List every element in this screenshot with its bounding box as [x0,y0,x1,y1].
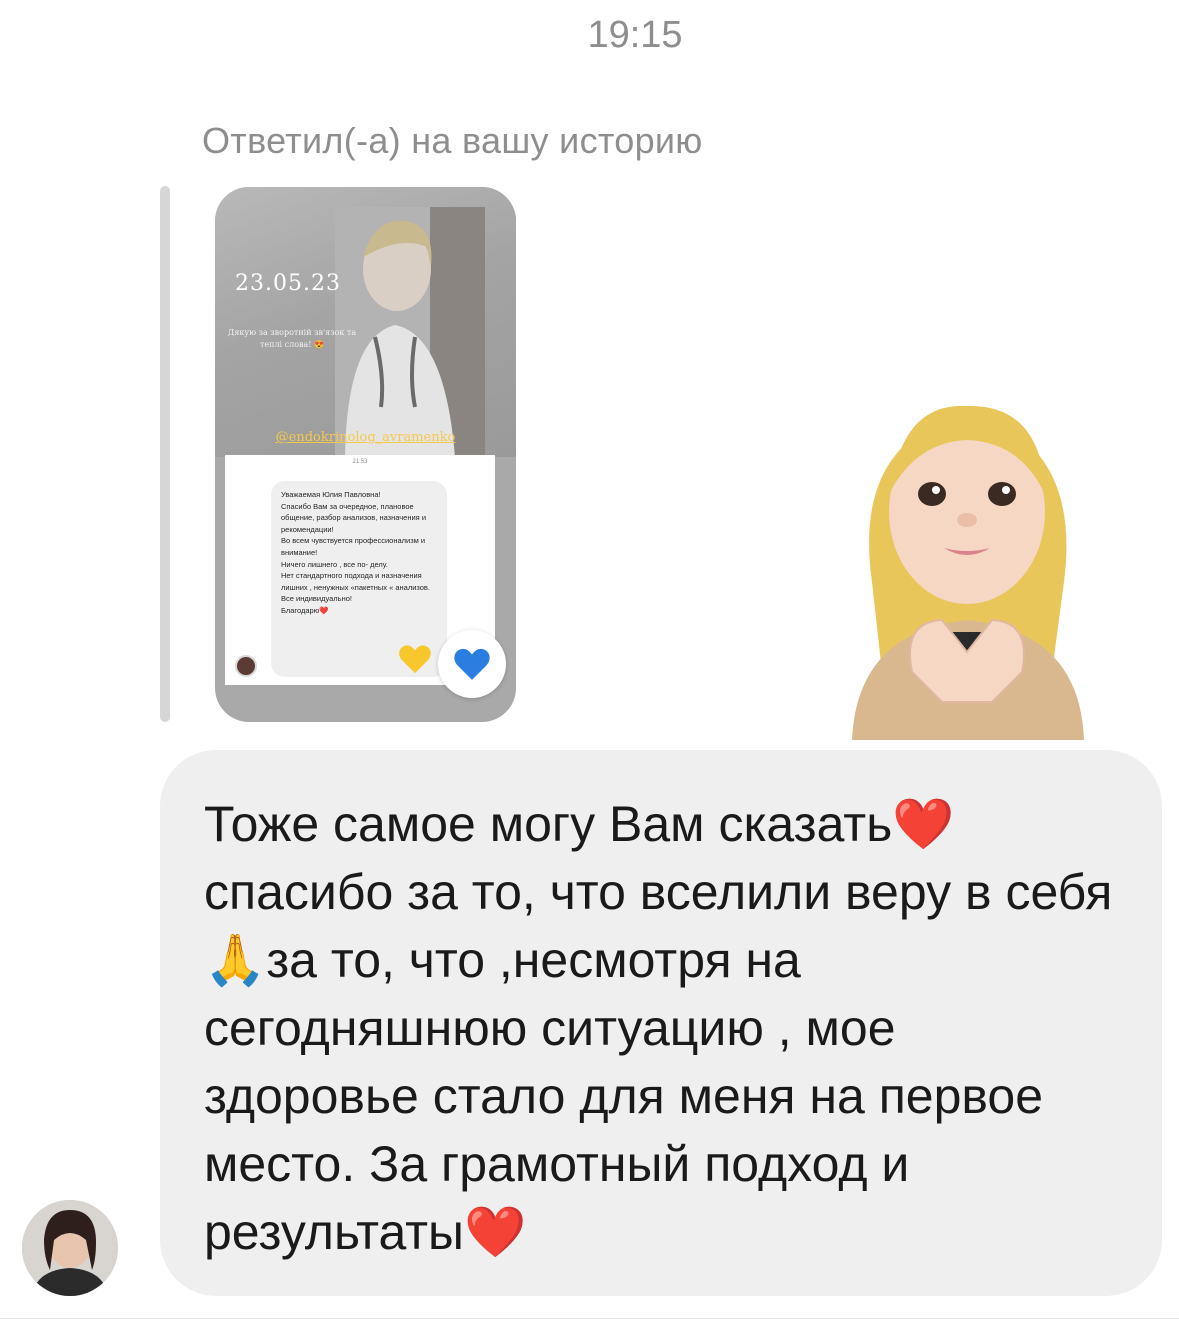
story-mention[interactable]: @endokrinolog_avramenko [215,430,516,445]
message-bubble[interactable]: Тоже самое могу Вам сказать❤️ спасибо за… [160,750,1162,1296]
story-caption: Дякую за зворотній зв'язок та теплі слов… [227,328,357,349]
avatar-photo [22,1200,118,1296]
screenshot-message-text: Уважаемая Юлия Павловна! Спасибо Вам за … [281,490,430,615]
replied-to-story-label: Ответил(-а) на вашу историю [202,120,703,161]
story-date: 23.05.23 [235,271,341,296]
message-timestamp: 19:15 [587,14,683,56]
yellow-heart-icon [399,645,431,674]
memoji-sticker[interactable] [832,382,1102,740]
blue-heart-icon [454,648,490,680]
message-text: Тоже самое могу Вам сказать❤️ спасибо за… [204,796,1113,1260]
screenshot-avatar [235,655,257,677]
screenshot-time: 21:53 [352,459,368,465]
avatar[interactable] [22,1200,118,1296]
story-photo: 23.05.23 Дякую за зворотній зв'язок та т… [215,187,516,457]
reply-indicator-bar [160,186,170,722]
story-reaction[interactable] [438,630,506,698]
divider [0,1318,1179,1319]
doctor-photo [335,207,485,457]
